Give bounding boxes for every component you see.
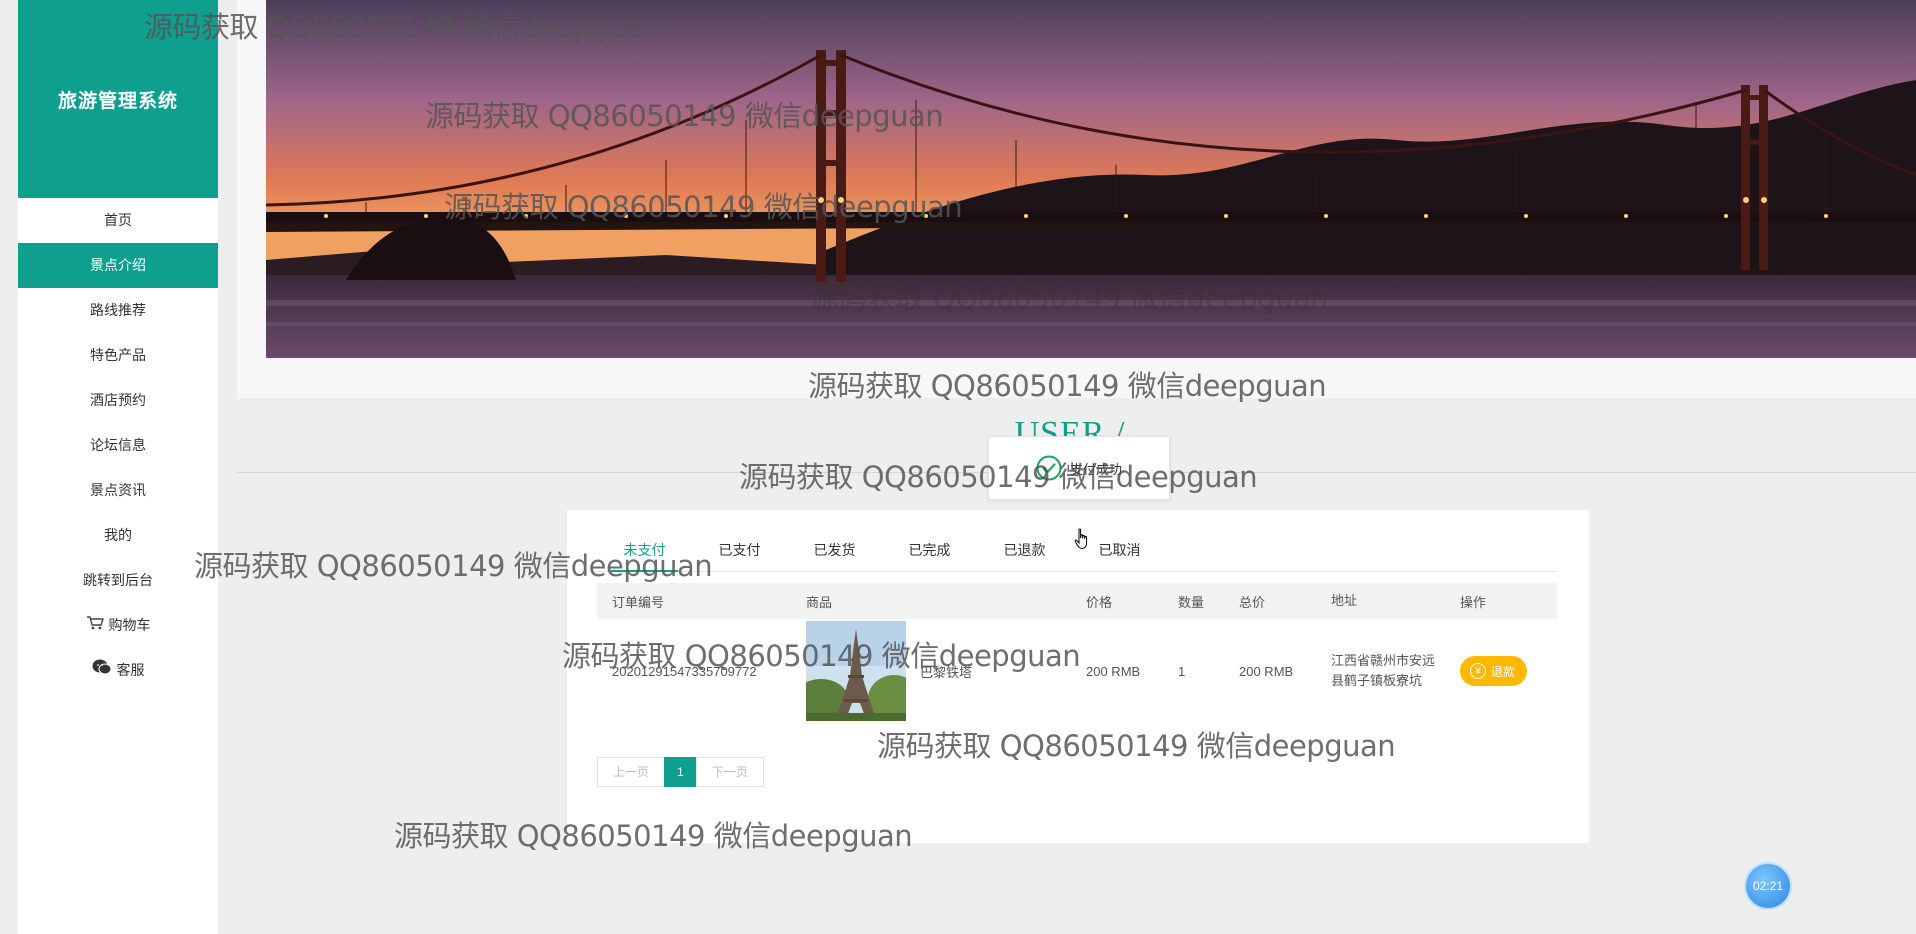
chat-icon [92,649,112,694]
qty-cell: 1 [1178,663,1186,679]
nav-item-cart[interactable]: 购物车 [18,603,218,648]
timer-bubble[interactable]: 02:21 [1746,864,1790,908]
check-circle-icon [1036,455,1062,481]
nav-item-cart-label: 购物车 [108,617,151,633]
toast-message: 支付成功 [1069,461,1122,477]
table-row: 20201291547335709772 巴黎铁塔 200 RMB 1 200 … [597,619,1557,723]
col-goods: 商品 [806,594,833,610]
nav-item-routes[interactable]: 路线推荐 [18,288,218,333]
tab-paid[interactable]: 已支付 [692,525,787,571]
nav-item-hotel[interactable]: 酒店预约 [18,378,218,423]
nav-item-service-label: 客服 [116,662,145,678]
hand-cursor-icon [1074,528,1090,555]
cart-icon [86,604,104,649]
pagination: 上一页 1 下一页 [597,757,764,787]
eiffel-tower-thumbnail[interactable] [806,621,906,721]
page-1-button[interactable]: 1 [664,757,697,787]
tab-shipped[interactable]: 已发货 [787,525,882,571]
nav-item-forum[interactable]: 论坛信息 [18,423,218,468]
order-panel: 未支付 已支付 已发货 已完成 已退款 已取消 订单编号 商品 价格 数量 总价… [567,510,1589,843]
order-number: 20201291547335709772 [612,663,757,679]
col-price: 价格 [1086,594,1113,610]
banner-image [266,0,1916,358]
nav-item-products[interactable]: 特色产品 [18,333,218,378]
refund-label: 退款 [1491,664,1516,679]
nav-item-mine[interactable]: 我的 [18,513,218,558]
col-total: 总价 [1239,594,1266,610]
nav-item-service[interactable]: 客服 [18,648,218,693]
total-cell: 200 RMB [1239,663,1294,679]
goods-name: 巴黎铁塔 [920,664,973,680]
nav-item-news[interactable]: 景点资讯 [18,468,218,513]
col-qty: 数量 [1178,594,1205,610]
next-page-button[interactable]: 下一页 [695,757,764,787]
action-cell: ¥ 退款 [1460,619,1528,723]
col-action: 操作 [1460,594,1487,610]
col-address: 地址 [1331,593,1358,608]
yen-icon: ¥ [1470,663,1486,679]
prev-page-button[interactable]: 上一页 [597,757,666,787]
order-table-header: 订单编号 商品 价格 数量 总价 地址 操作 [597,583,1557,619]
banner-area [237,0,1916,398]
nav-item-home[interactable]: 首页 [18,198,218,243]
goods-cell[interactable]: 巴黎铁塔 [806,619,972,723]
tab-completed[interactable]: 已完成 [882,525,977,571]
tab-refunded[interactable]: 已退款 [977,525,1072,571]
app-logo: 旅游管理系统 [18,0,218,198]
col-order-no: 订单编号 [612,594,665,610]
refund-button[interactable]: ¥ 退款 [1460,656,1528,686]
address-cell: 江西省赣州市安远县鹤子镇板寮坑 [1331,653,1436,688]
nav-item-admin[interactable]: 跳转到后台 [18,558,218,603]
price-cell: 200 RMB [1086,663,1141,679]
tab-unpaid[interactable]: 未支付 [597,525,692,572]
sidebar: 旅游管理系统 首页 景点介绍 路线推荐 特色产品 酒店预约 论坛信息 景点资讯 … [18,0,218,934]
nav-item-attractions[interactable]: 景点介绍 [18,243,218,288]
payment-success-toast: 支付成功 [988,436,1170,500]
